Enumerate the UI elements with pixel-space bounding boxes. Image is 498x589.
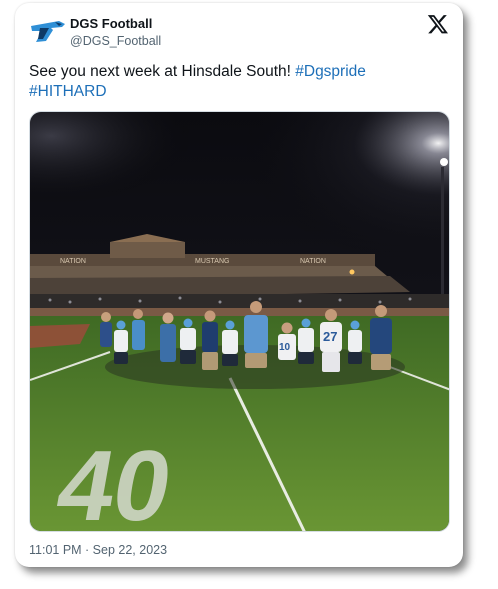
author-display-name[interactable]: DGS Football — [70, 15, 161, 32]
football-field-photo: NATION MUSTANG NATION 40 27 10 — [30, 112, 449, 532]
stadium-banner-right: NATION — [300, 258, 326, 265]
hashtag-dgspride[interactable]: #Dgspride — [295, 63, 366, 80]
stadium-banner-left: NATION — [60, 258, 86, 265]
tweet-photo[interactable]: NATION MUSTANG NATION 40 27 10 — [29, 111, 450, 532]
jersey-number-27: 27 — [323, 329, 337, 344]
tweet-header: DGS Football @DGS_Football — [29, 13, 449, 53]
tweet-text: See you next week at Hinsdale South! #Dg… — [29, 62, 449, 102]
stadium-banner-middle: MUSTANG — [195, 258, 229, 265]
tweet-timestamp[interactable]: 11:01 PM · Sep 22, 2023 — [29, 543, 167, 557]
tweet-card: DGS Football @DGS_Football See you next … — [15, 3, 463, 567]
tweet-body: See you next week at Hinsdale South! — [29, 63, 296, 80]
jersey-number-10: 10 — [279, 342, 291, 353]
hashtag-hithard[interactable]: #HITHARD — [29, 83, 107, 100]
yard-number: 40 — [49, 431, 180, 532]
author-handle[interactable]: @DGS_Football — [70, 32, 161, 50]
author-names: DGS Football @DGS_Football — [70, 15, 161, 50]
x-logo-icon[interactable] — [427, 13, 449, 35]
mustang-logo-icon[interactable] — [29, 17, 67, 47]
